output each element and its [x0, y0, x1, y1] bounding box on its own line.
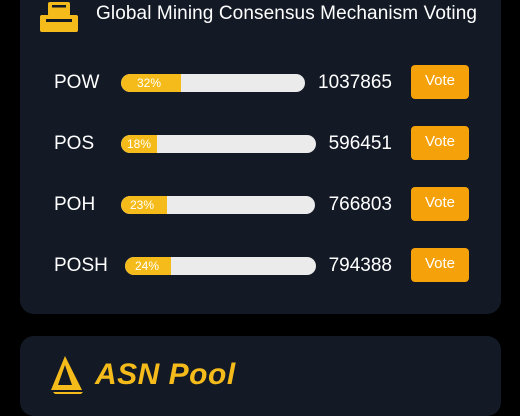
page-title: Global Mining Consensus Mechanism Voting: [96, 3, 478, 24]
asn-sail-logo-icon: [51, 356, 83, 394]
vote-row-pow: POW 32% 1037865 Vote: [20, 62, 501, 102]
progress-bar: 23%: [121, 196, 315, 214]
algo-name: POS: [54, 133, 95, 154]
vote-row-poh: POH 23% 766803 Vote: [20, 184, 501, 224]
progress-bar: 32%: [121, 74, 305, 92]
percent-label: 18%: [127, 137, 152, 151]
pool-brand-name: ASN Pool: [95, 358, 236, 391]
percent-label: 23%: [130, 198, 155, 212]
pool-card: ASN Pool: [20, 336, 501, 416]
percent-label: 32%: [137, 76, 162, 90]
vote-row-pos: POS 18% 596451 Vote: [20, 123, 501, 163]
vote-count: 596451: [328, 133, 392, 154]
vote-button-posh[interactable]: Vote: [411, 248, 469, 282]
ballot-box-icon: [40, 2, 78, 32]
voting-header: Global Mining Consensus Mechanism Voting: [40, 0, 500, 34]
vote-button-pow[interactable]: Vote: [411, 65, 469, 99]
progress-bar: 18%: [121, 135, 316, 153]
percent-label: 24%: [135, 259, 160, 273]
vote-row-posh: POSH 24% 794388 Vote: [20, 245, 501, 285]
vote-count: 794388: [328, 255, 392, 276]
algo-name: POH: [54, 194, 96, 215]
algo-name: POSH: [54, 255, 108, 276]
vote-button-pos[interactable]: Vote: [411, 126, 469, 160]
algo-name: POW: [54, 72, 100, 93]
vote-button-poh[interactable]: Vote: [411, 187, 469, 221]
vote-count: 1037865: [318, 72, 392, 93]
progress-bar: 24%: [125, 257, 316, 275]
vote-count: 766803: [328, 194, 392, 215]
